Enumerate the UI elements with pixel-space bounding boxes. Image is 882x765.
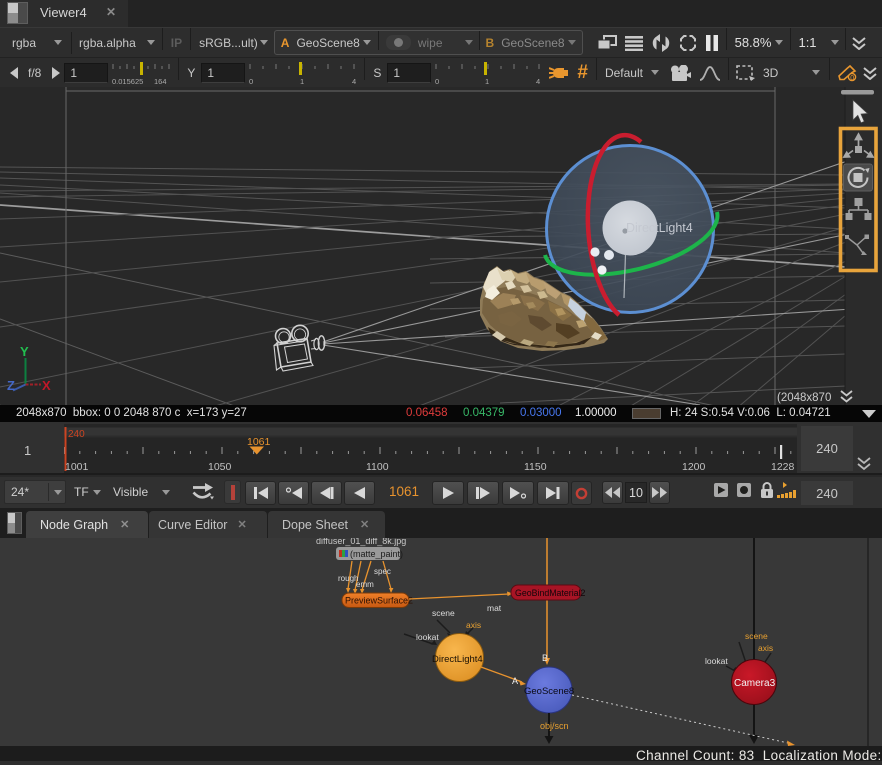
svg-text:164: 164 xyxy=(154,77,167,85)
svg-text:1150: 1150 xyxy=(524,461,547,473)
svg-text:4: 4 xyxy=(536,77,540,85)
svg-text:B: B xyxy=(542,653,548,663)
svg-text:1: 1 xyxy=(300,77,304,85)
svg-text:Y: Y xyxy=(20,344,29,359)
svg-text:DirectLight4: DirectLight4 xyxy=(626,221,693,235)
svg-text:1001: 1001 xyxy=(65,461,89,473)
svg-text:PreviewSurface2: PreviewSurface2 xyxy=(345,596,413,606)
svg-text:0: 0 xyxy=(249,77,253,85)
svg-text:Z: Z xyxy=(7,378,15,393)
svg-text:mat: mat xyxy=(487,603,502,613)
svg-text:GeoBindMaterial2: GeoBindMaterial2 xyxy=(515,588,586,598)
svg-text:1200: 1200 xyxy=(682,461,706,473)
svg-text:1228: 1228 xyxy=(771,461,795,473)
svg-text:DirectLight4: DirectLight4 xyxy=(432,654,483,665)
svg-text:1050: 1050 xyxy=(208,461,232,473)
svg-text:1061: 1061 xyxy=(247,436,271,448)
svg-text:4: 4 xyxy=(352,77,356,85)
svg-text:scene: scene xyxy=(745,631,768,641)
svg-text:axis: axis xyxy=(466,620,481,630)
svg-text:diffuser_01_diff_8k.jpg: diffuser_01_diff_8k.jpg xyxy=(316,538,406,546)
svg-text:240: 240 xyxy=(68,429,85,440)
svg-text:0: 0 xyxy=(851,74,855,81)
svg-text:axis: axis xyxy=(758,643,773,653)
svg-text:scene: scene xyxy=(432,608,455,618)
svg-text:obj/scn: obj/scn xyxy=(540,721,569,731)
svg-text:lookat: lookat xyxy=(416,632,439,642)
svg-text:spec: spec xyxy=(374,567,391,576)
svg-text:1: 1 xyxy=(485,77,489,85)
svg-text:1100: 1100 xyxy=(366,461,389,473)
svg-text:X: X xyxy=(42,378,51,393)
svg-text:Camera3: Camera3 xyxy=(734,678,776,689)
svg-text:lookat: lookat xyxy=(705,656,728,666)
svg-text:(2048x870: (2048x870 xyxy=(777,392,831,404)
svg-text:GeoScene8: GeoScene8 xyxy=(524,686,574,697)
svg-text:(matte_paint): (matte_paint) xyxy=(350,549,403,559)
svg-text:A: A xyxy=(512,676,518,686)
svg-text:emm: emm xyxy=(356,580,374,589)
svg-text:0.015625: 0.015625 xyxy=(112,77,143,85)
svg-text:0: 0 xyxy=(435,77,439,85)
